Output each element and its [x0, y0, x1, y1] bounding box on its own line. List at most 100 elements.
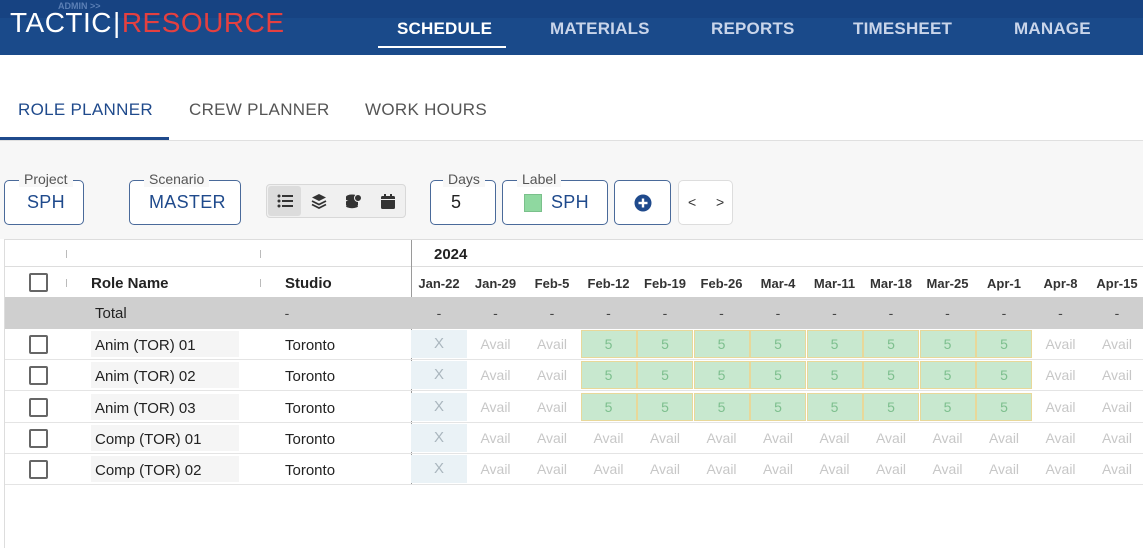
role-name-cell[interactable]: Anim (TOR) 01 [91, 331, 239, 357]
available-cell[interactable]: Avail [863, 455, 919, 483]
list-view-button[interactable] [268, 186, 301, 216]
project-select[interactable]: Project SPH [4, 171, 84, 225]
unavailable-cell[interactable]: X [411, 330, 467, 358]
assigned-cell[interactable]: 5 [976, 392, 1032, 421]
unavailable-cell[interactable]: X [411, 455, 467, 484]
tab-work-hours[interactable]: WORK HOURS [365, 100, 487, 120]
available-cell[interactable]: Avail [750, 424, 806, 452]
assigned-cell[interactable]: 5 [750, 392, 806, 421]
assigned-cell[interactable]: 5 [806, 361, 863, 390]
nav-timesheet[interactable]: TIMESHEET [853, 19, 952, 39]
available-cell[interactable]: Avail [976, 424, 1032, 452]
row-checkbox[interactable] [29, 335, 48, 354]
unavailable-cell[interactable]: X [411, 361, 467, 390]
available-cell[interactable]: Avail [637, 424, 693, 452]
prev-button[interactable]: < [688, 194, 696, 210]
available-cell[interactable]: Avail [750, 455, 806, 483]
available-cell[interactable]: Avail [524, 330, 580, 358]
available-cell[interactable]: Avail [524, 455, 580, 483]
unavailable-cell[interactable]: X [411, 423, 467, 452]
available-cell[interactable]: Avail [524, 393, 580, 421]
assigned-cell[interactable]: 5 [976, 361, 1032, 390]
available-cell[interactable]: Avail [807, 455, 863, 483]
assigned-cell[interactable]: 5 [806, 330, 863, 358]
column-resize-handle[interactable] [66, 250, 67, 258]
add-button[interactable] [614, 180, 671, 225]
nav-schedule[interactable]: SCHEDULE [397, 19, 492, 39]
available-cell[interactable]: Avail [1033, 424, 1089, 452]
available-cell[interactable]: Avail [524, 424, 580, 452]
assigned-cell[interactable]: 5 [919, 361, 976, 390]
available-cell[interactable]: Avail [694, 424, 750, 452]
nav-materials[interactable]: MATERIALS [550, 19, 650, 39]
available-cell[interactable]: Avail [468, 455, 524, 483]
available-cell[interactable]: Avail [1033, 330, 1089, 358]
col-header-role-name[interactable]: Role Name [91, 275, 169, 292]
assigned-cell[interactable]: 5 [580, 361, 637, 390]
available-cell[interactable]: Avail [1089, 361, 1143, 389]
assigned-cell[interactable]: 5 [919, 392, 976, 421]
tab-role-planner[interactable]: ROLE PLANNER [18, 100, 153, 120]
row-checkbox[interactable] [29, 366, 48, 386]
role-name-cell[interactable]: Comp (TOR) 01 [91, 424, 239, 451]
assigned-cell[interactable]: 5 [863, 330, 919, 358]
assigned-cell[interactable]: 5 [693, 392, 750, 421]
assigned-cell[interactable]: 5 [637, 330, 693, 358]
table-row[interactable]: Comp (TOR) 01 Toronto X Avail Avail Avail Avai… [5, 423, 1143, 454]
available-cell[interactable]: Avail [694, 455, 750, 483]
assigned-cell[interactable]: 5 [976, 330, 1032, 358]
unavailable-cell[interactable]: X [411, 392, 467, 421]
available-cell[interactable]: Avail [468, 424, 524, 452]
available-cell[interactable]: Avail [468, 393, 524, 421]
available-cell[interactable]: Avail [468, 361, 524, 389]
available-cell[interactable]: Avail [581, 424, 637, 452]
available-cell[interactable]: Avail [920, 424, 976, 452]
label-select[interactable]: Label SPH [502, 171, 608, 225]
table-row[interactable]: Anim (TOR) 03 Toronto X Avail Avail 5 5 5 5 5 5 5 5 A… [5, 392, 1143, 423]
app-logo[interactable]: TACTIC|RESOURCE [10, 8, 285, 38]
role-name-cell[interactable]: Anim (TOR) 03 [91, 393, 239, 420]
available-cell[interactable]: Avail [581, 455, 637, 483]
assigned-cell[interactable]: 5 [693, 330, 750, 358]
select-all-checkbox[interactable] [29, 273, 48, 292]
available-cell[interactable]: Avail [1089, 393, 1143, 421]
assigned-cell[interactable]: 5 [637, 392, 693, 421]
tab-crew-planner[interactable]: CREW PLANNER [189, 100, 330, 120]
assigned-cell[interactable]: 5 [750, 330, 806, 358]
assigned-cell[interactable]: 5 [863, 392, 919, 421]
row-checkbox[interactable] [29, 397, 48, 417]
assigned-cell[interactable]: 5 [637, 361, 693, 390]
available-cell[interactable]: Avail [1089, 330, 1143, 358]
role-name-cell[interactable]: Comp (TOR) 02 [91, 456, 239, 483]
assigned-cell[interactable]: 5 [863, 361, 919, 390]
available-cell[interactable]: Avail [920, 455, 976, 483]
table-row[interactable]: Anim (TOR) 01 Toronto X Avail Avail 5 5 5 5 5 5 5 5 A… [5, 329, 1143, 360]
assigned-cell[interactable]: 5 [919, 330, 976, 358]
available-cell[interactable]: Avail [1033, 455, 1089, 483]
assigned-cell[interactable]: 5 [580, 392, 637, 421]
available-cell[interactable]: Avail [468, 330, 524, 358]
column-resize-handle[interactable] [66, 279, 67, 287]
assigned-cell[interactable]: 5 [750, 361, 806, 390]
available-cell[interactable]: Avail [807, 424, 863, 452]
available-cell[interactable]: Avail [524, 361, 580, 389]
table-row[interactable]: Comp (TOR) 02 Toronto X Avail Avail Avail Avai… [5, 454, 1143, 486]
assigned-cell[interactable]: 5 [580, 330, 637, 358]
nav-reports[interactable]: REPORTS [711, 19, 795, 39]
table-row[interactable]: Anim (TOR) 02 Toronto X Avail Avail 5 5 5 5 5 5 5 5 A… [5, 360, 1143, 392]
layers-view-button[interactable] [302, 186, 335, 216]
available-cell[interactable]: Avail [637, 455, 693, 483]
assigned-cell[interactable]: 5 [693, 361, 750, 390]
row-checkbox[interactable] [29, 428, 48, 448]
available-cell[interactable]: Avail [1033, 393, 1089, 421]
coins-view-button[interactable] [337, 186, 370, 216]
calendar-view-button[interactable] [371, 186, 404, 216]
column-resize-handle[interactable] [260, 279, 261, 287]
days-input[interactable]: Days 5 [430, 171, 496, 225]
scenario-select[interactable]: Scenario MASTER [129, 171, 241, 225]
available-cell[interactable]: Avail [1089, 455, 1143, 483]
column-resize-handle[interactable] [260, 250, 261, 258]
col-header-studio[interactable]: Studio [285, 275, 332, 292]
available-cell[interactable]: Avail [1089, 424, 1143, 452]
role-name-cell[interactable]: Anim (TOR) 02 [91, 362, 239, 389]
